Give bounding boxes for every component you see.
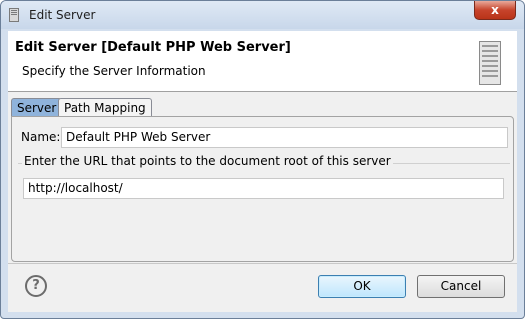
window-title: Edit Server xyxy=(29,8,96,22)
title-bar[interactable]: Edit Server x xyxy=(1,1,524,29)
server-tower-icon xyxy=(479,41,501,85)
url-field[interactable]: http://localhost/ xyxy=(23,178,504,199)
name-label: Name: xyxy=(21,130,61,144)
page-title: Edit Server [Default PHP Web Server] xyxy=(15,40,291,55)
dialog-footer: ? OK Cancel xyxy=(8,264,517,312)
url-group-label: Enter the URL that points to the documen… xyxy=(22,154,393,168)
app-window-icon xyxy=(9,8,19,22)
help-question-icon[interactable]: ? xyxy=(25,275,47,297)
dialog-body: Server Path Mapping Name: Default PHP We… xyxy=(8,92,517,264)
page-subtitle: Specify the Server Information xyxy=(22,64,206,78)
dialog-header: Edit Server [Default PHP Web Server] Spe… xyxy=(8,31,517,91)
server-tab-panel: Name: Default PHP Web Server Enter the U… xyxy=(11,116,514,262)
url-group: Enter the URL that points to the documen… xyxy=(18,154,510,209)
close-button[interactable]: x xyxy=(474,1,516,20)
ok-button[interactable]: OK xyxy=(318,275,406,298)
name-field[interactable]: Default PHP Web Server xyxy=(61,127,508,148)
close-icon: x xyxy=(491,3,499,17)
tab-server[interactable]: Server xyxy=(11,98,63,117)
tab-path-mapping[interactable]: Path Mapping xyxy=(58,98,152,117)
cancel-button[interactable]: Cancel xyxy=(417,275,505,298)
edit-server-dialog: Edit Server x Edit Server [Default PHP W… xyxy=(0,0,525,319)
